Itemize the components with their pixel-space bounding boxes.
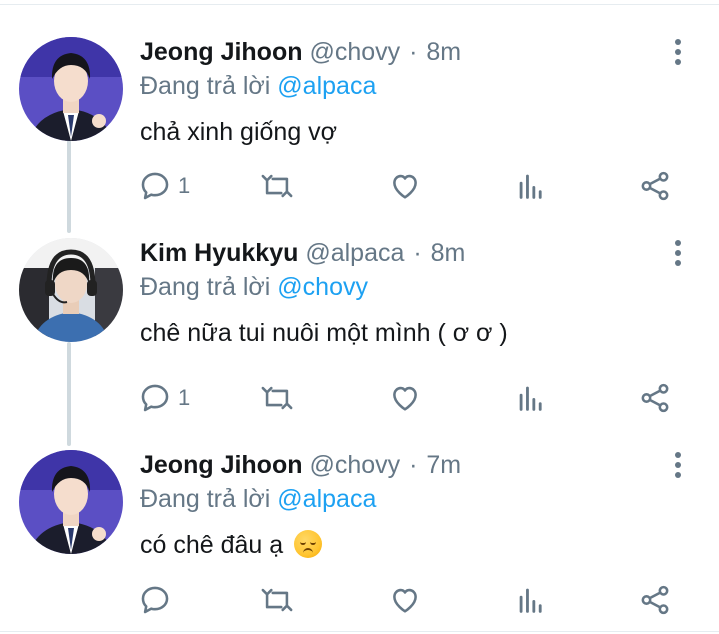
timestamp[interactable]: 8m <box>426 38 461 66</box>
disappointed-face-icon <box>294 530 323 558</box>
reply-button[interactable]: 1 <box>138 169 190 203</box>
tweet-actions <box>138 583 678 617</box>
author-name[interactable]: Jeong Jihoon <box>140 451 303 479</box>
replying-prefix: Đang trả lời <box>140 485 271 513</box>
reply-count: 1 <box>178 173 191 198</box>
analytics-icon <box>519 174 542 199</box>
tweet[interactable]: Kim Hyukkyu @alpaca · 8m Đang trả lời @c… <box>0 238 719 418</box>
separator-dot: · <box>413 239 422 267</box>
tweet[interactable]: Jeong Jihoon @chovy · 7m Đang trả lời @a… <box>0 450 719 630</box>
reply-count: 1 <box>178 385 191 410</box>
replying-to: Đang trả lời @alpaca <box>140 484 376 514</box>
avatar[interactable] <box>19 37 123 141</box>
analytics-icon <box>519 588 542 613</box>
tweet-text: có chê đâu ạ <box>140 531 284 559</box>
replying-prefix: Đang trả lời <box>140 72 271 100</box>
mention-link[interactable]: @alpaca <box>277 485 376 513</box>
analytics-button[interactable] <box>514 583 548 617</box>
share-button[interactable] <box>638 381 672 415</box>
mention-link[interactable]: @alpaca <box>277 72 376 100</box>
like-button[interactable] <box>388 583 422 617</box>
more-options-icon[interactable] <box>666 450 690 480</box>
reply-icon <box>141 384 169 412</box>
share-button[interactable] <box>638 583 672 617</box>
retweet-button[interactable] <box>260 169 294 203</box>
share-button[interactable] <box>638 169 672 203</box>
reply-icon <box>141 172 169 200</box>
more-options-icon[interactable] <box>666 37 690 67</box>
timestamp[interactable]: 7m <box>426 451 461 479</box>
share-icon <box>641 383 669 413</box>
tweet-actions: 1 <box>138 169 678 203</box>
top-divider <box>0 4 719 5</box>
like-button[interactable] <box>388 381 422 415</box>
replying-prefix: Đang trả lời <box>140 273 271 301</box>
analytics-button[interactable] <box>514 381 548 415</box>
replying-to: Đang trả lời @alpaca <box>140 71 376 101</box>
retweet-icon <box>261 386 293 410</box>
mention-link[interactable]: @chovy <box>277 273 368 301</box>
reply-button[interactable] <box>138 583 178 617</box>
tweet-header: Kim Hyukkyu @alpaca · 8m <box>140 238 465 268</box>
tweet-header: Jeong Jihoon @chovy · 8m <box>140 37 461 67</box>
reply-button[interactable]: 1 <box>138 381 190 415</box>
retweet-button[interactable] <box>260 381 294 415</box>
tweet[interactable]: Jeong Jihoon @chovy · 8m Đang trả lời @a… <box>0 37 719 217</box>
author-name[interactable]: Jeong Jihoon <box>140 38 303 66</box>
analytics-button[interactable] <box>514 169 548 203</box>
author-handle[interactable]: @alpaca <box>305 239 404 267</box>
separator-dot: · <box>409 38 418 66</box>
heart-icon <box>393 174 417 199</box>
avatar[interactable] <box>19 450 123 554</box>
tweet-header: Jeong Jihoon @chovy · 7m <box>140 450 461 480</box>
avatar[interactable] <box>19 238 123 342</box>
share-icon <box>641 585 669 615</box>
like-button[interactable] <box>388 169 422 203</box>
tweet-actions: 1 <box>138 381 678 415</box>
heart-icon <box>393 588 417 613</box>
tweet-text: chả xinh giống vợ <box>140 118 338 146</box>
retweet-icon <box>261 588 293 612</box>
share-icon <box>641 171 669 201</box>
tweet-text: chê nữa tui nuôi một mình ( ơ ơ ) <box>140 319 508 347</box>
timestamp[interactable]: 8m <box>431 239 466 267</box>
heart-icon <box>393 386 417 411</box>
tweet-text-container: có chê đâu ạ <box>140 530 323 560</box>
bottom-divider <box>0 631 719 632</box>
separator-dot: · <box>409 451 418 479</box>
retweet-icon <box>261 174 293 198</box>
analytics-icon <box>519 386 542 411</box>
author-name[interactable]: Kim Hyukkyu <box>140 239 298 267</box>
more-options-icon[interactable] <box>666 238 690 268</box>
replying-to: Đang trả lời @chovy <box>140 272 368 302</box>
author-handle[interactable]: @chovy <box>309 451 400 479</box>
retweet-button[interactable] <box>260 583 294 617</box>
reply-icon <box>141 586 169 614</box>
author-handle[interactable]: @chovy <box>309 38 400 66</box>
